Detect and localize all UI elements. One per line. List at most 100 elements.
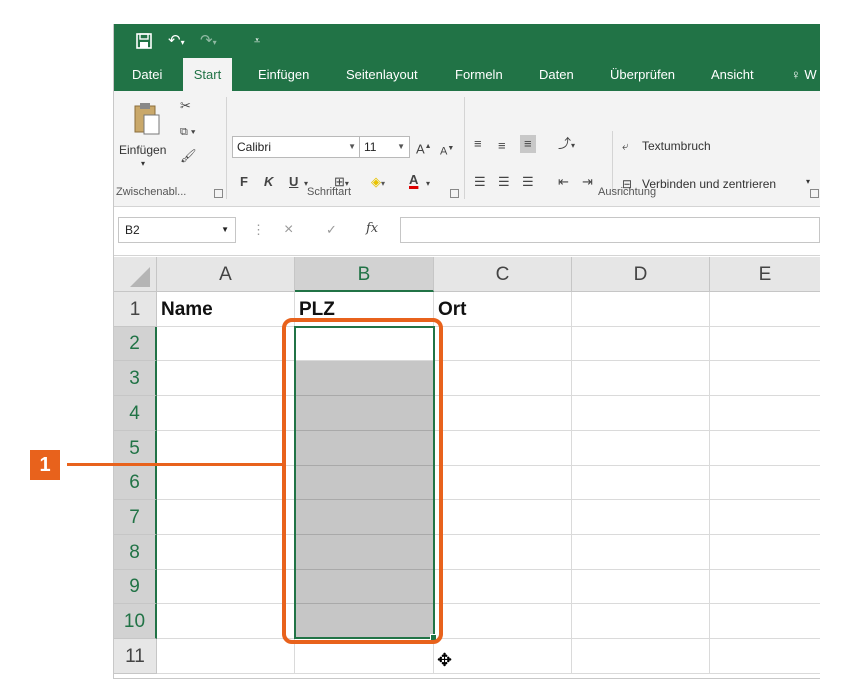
decrease-indent-icon[interactable]: ⇤ xyxy=(558,173,569,191)
cell-c3[interactable] xyxy=(434,361,572,396)
cell-c5[interactable] xyxy=(434,431,572,466)
paste-icon[interactable] xyxy=(132,101,162,137)
cell-a1[interactable]: Name xyxy=(157,292,295,327)
cell-c11[interactable] xyxy=(434,639,572,674)
bold-button[interactable]: F xyxy=(240,173,248,191)
align-bottom-icon[interactable]: ≡ xyxy=(520,135,536,153)
row-header-6[interactable]: 6 xyxy=(114,466,157,500)
row-header-3[interactable]: 3 xyxy=(114,361,157,396)
tab-daten[interactable]: Daten xyxy=(539,58,574,91)
cell-c9[interactable] xyxy=(434,570,572,604)
cell-a3[interactable] xyxy=(157,361,295,396)
tab-formeln[interactable]: Formeln xyxy=(455,58,503,91)
align-middle-icon[interactable]: ≡ xyxy=(498,137,506,155)
font-name-select[interactable]: Calibri ▼ xyxy=(232,136,361,158)
cell-e7[interactable] xyxy=(710,500,820,535)
row-header-11[interactable]: 11 xyxy=(114,639,157,674)
row-header-8[interactable]: 8 xyxy=(114,535,157,570)
row-header-5[interactable]: 5 xyxy=(114,431,157,466)
cell-e6[interactable] xyxy=(710,466,820,500)
copy-icon[interactable]: ⧉ ▾ xyxy=(180,123,196,141)
cell-d3[interactable] xyxy=(572,361,710,396)
column-header-a[interactable]: A xyxy=(157,257,295,292)
cell-b11[interactable] xyxy=(295,639,434,674)
tab-einfuegen[interactable]: Einfügen xyxy=(258,58,309,91)
cell-a6[interactable] xyxy=(157,466,295,500)
increase-font-icon[interactable]: A▲ xyxy=(416,138,432,158)
cell-a5[interactable] xyxy=(157,431,295,466)
column-header-c[interactable]: C xyxy=(434,257,572,292)
increase-indent-icon[interactable]: ⇥ xyxy=(582,173,593,191)
wrap-text-button[interactable]: Textumbruch xyxy=(642,139,711,153)
align-center-icon[interactable]: ☰ xyxy=(498,173,510,191)
name-box[interactable]: B2 ▼ xyxy=(118,217,236,243)
tab-seitenlayout[interactable]: Seitenlayout xyxy=(346,58,418,91)
save-icon[interactable] xyxy=(136,30,152,52)
clipboard-launcher-icon[interactable] xyxy=(214,189,223,198)
merge-dropdown-icon[interactable]: ▾ xyxy=(806,177,810,186)
tab-datei[interactable]: Datei xyxy=(132,58,162,91)
cell-e3[interactable] xyxy=(710,361,820,396)
cell-c7[interactable] xyxy=(434,500,572,535)
tab-ansicht[interactable]: Ansicht xyxy=(711,58,754,91)
cell-c6[interactable] xyxy=(434,466,572,500)
align-left-icon[interactable]: ☰ xyxy=(474,173,486,191)
cell-c8[interactable] xyxy=(434,535,572,570)
cell-a9[interactable] xyxy=(157,570,295,604)
cell-e9[interactable] xyxy=(710,570,820,604)
font-color-dropdown-icon[interactable]: ▾ xyxy=(426,175,430,193)
cell-a4[interactable] xyxy=(157,396,295,431)
tab-start[interactable]: Start xyxy=(183,58,232,92)
cell-a8[interactable] xyxy=(157,535,295,570)
format-painter-icon[interactable]: 🖌 xyxy=(180,147,197,165)
font-launcher-icon[interactable] xyxy=(450,189,459,198)
cell-d1[interactable] xyxy=(572,292,710,327)
cell-c4[interactable] xyxy=(434,396,572,431)
cell-e10[interactable] xyxy=(710,604,820,639)
fill-color-icon[interactable]: ◈▾ xyxy=(371,173,385,193)
tab-ueberpruefen[interactable]: Überprüfen xyxy=(610,58,675,91)
cell-e5[interactable] xyxy=(710,431,820,466)
row-header-4[interactable]: 4 xyxy=(114,396,157,431)
redo-icon[interactable]: ↷▾ xyxy=(200,30,217,52)
row-header-10[interactable]: 10 xyxy=(114,604,157,639)
cell-d7[interactable] xyxy=(572,500,710,535)
orientation-icon[interactable]: ⤴▾ xyxy=(558,135,575,155)
decrease-font-icon[interactable]: A▼ xyxy=(440,140,454,161)
cancel-icon[interactable]: × xyxy=(284,221,293,239)
cell-d2[interactable] xyxy=(572,327,710,361)
font-color-icon[interactable]: A xyxy=(409,171,418,189)
row-header-2[interactable]: 2 xyxy=(114,327,157,361)
column-header-d[interactable]: D xyxy=(572,257,710,292)
cell-d10[interactable] xyxy=(572,604,710,639)
cell-c2[interactable] xyxy=(434,327,572,361)
paste-button[interactable]: Einfügen xyxy=(119,143,166,157)
paste-dropdown-icon[interactable]: ▾ xyxy=(141,159,145,168)
cell-a11[interactable] xyxy=(157,639,295,674)
cell-d6[interactable] xyxy=(572,466,710,500)
confirm-icon[interactable]: ✓ xyxy=(326,221,337,239)
italic-button[interactable]: K xyxy=(264,173,273,191)
cell-d5[interactable] xyxy=(572,431,710,466)
customize-qat-icon[interactable]: ⩡ xyxy=(254,30,260,52)
row-header-9[interactable]: 9 xyxy=(114,570,157,604)
undo-icon[interactable]: ↶▾ xyxy=(168,30,185,52)
formula-input[interactable] xyxy=(400,217,820,243)
cell-a10[interactable] xyxy=(157,604,295,639)
cell-e1[interactable] xyxy=(710,292,820,327)
alignment-launcher-icon[interactable] xyxy=(810,189,819,198)
cut-icon[interactable]: ✂ xyxy=(180,97,191,115)
select-all-button[interactable] xyxy=(114,257,157,292)
cell-d9[interactable] xyxy=(572,570,710,604)
cell-d8[interactable] xyxy=(572,535,710,570)
column-header-e[interactable]: E xyxy=(710,257,820,292)
cell-e2[interactable] xyxy=(710,327,820,361)
font-size-select[interactable]: 11 ▼ xyxy=(359,136,410,158)
underline-button[interactable]: U xyxy=(289,173,298,191)
align-top-icon[interactable]: ≡ xyxy=(474,135,482,153)
cell-e4[interactable] xyxy=(710,396,820,431)
align-right-icon[interactable]: ☰ xyxy=(522,173,534,191)
cell-d11[interactable] xyxy=(572,639,710,674)
tell-me-lightbulb-icon[interactable]: ♀ W xyxy=(791,58,817,91)
cell-c10[interactable] xyxy=(434,604,572,639)
